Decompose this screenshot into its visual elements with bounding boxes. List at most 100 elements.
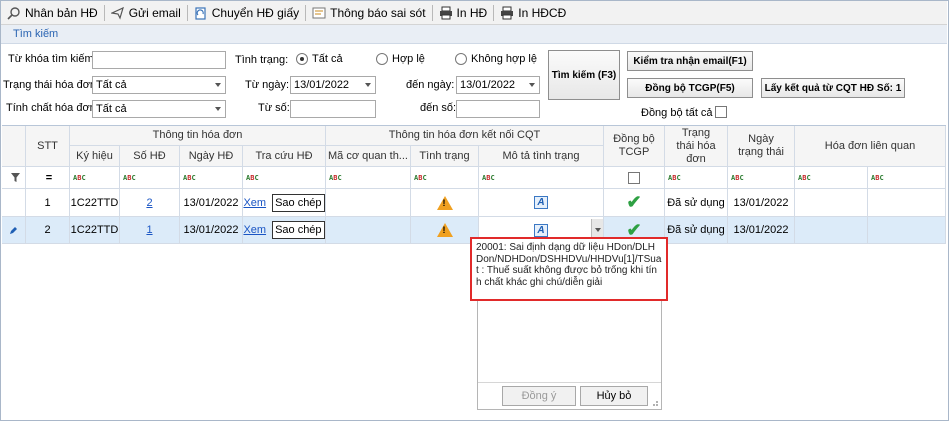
print-invoice-button[interactable]: In HĐ <box>433 2 494 24</box>
to-date-label: đến ngày: <box>406 79 455 91</box>
col-related[interactable]: Hóa đơn liên quan <box>795 126 946 167</box>
invoice-status-value: Tất cả <box>96 79 127 91</box>
filter-related-2[interactable]: ABC <box>868 167 946 189</box>
cell-stt: 1 <box>26 189 70 217</box>
radio-icon <box>376 53 388 65</box>
chevron-down-icon <box>365 83 371 87</box>
filter-invoice-state[interactable]: ABC <box>665 167 728 189</box>
cell-condition[interactable] <box>411 189 479 217</box>
radio-all-label: Tất cả <box>312 53 343 65</box>
error-notice-label: Thông báo sai sót <box>330 5 426 20</box>
invoice-status-select[interactable]: Tất cả <box>92 76 226 94</box>
cell-invoice-state: Đã sử dụng <box>665 217 728 244</box>
row-indicator[interactable] <box>2 217 26 244</box>
send-email-label: Gửi email <box>128 5 181 20</box>
cell-lookup: Xem Sao chép <box>243 217 326 244</box>
invoice-nature-label: Tính chất hóa đơn: <box>6 102 99 114</box>
radio-invalid[interactable]: Không hợp lệ <box>455 53 537 65</box>
invoice-number-link[interactable]: 1 <box>146 224 152 236</box>
filter-abc-icon: ABC <box>329 173 342 182</box>
cell-condition[interactable] <box>411 217 479 244</box>
get-cqt-result-button[interactable]: Lấy kết quả từ CQT HĐ Số: 1 <box>761 78 905 98</box>
copy-button[interactable]: Sao chép <box>272 193 325 212</box>
radio-valid[interactable]: Hợp lệ <box>376 53 425 65</box>
filter-number[interactable]: ABC <box>120 167 180 189</box>
warning-icon[interactable] <box>436 223 453 237</box>
text-editor-icon[interactable]: A <box>534 196 548 209</box>
sync-all-checkbox[interactable] <box>715 106 727 118</box>
col-symbol[interactable]: Ký hiệu <box>70 146 120 167</box>
toolbar: Nhân bản HĐ Gửi email Chuyển HĐ giấy Thô… <box>1 1 947 25</box>
col-date[interactable]: Ngày HĐ <box>180 146 243 167</box>
cell-number[interactable]: 1 <box>120 217 180 244</box>
chevron-down-icon <box>215 107 221 111</box>
cell-cqt-code <box>326 189 411 217</box>
col-invoice-state[interactable]: Trạng thái hóa đơn <box>665 126 728 167</box>
to-date-select[interactable]: 13/01/2022 <box>456 76 540 94</box>
from-number-input[interactable] <box>290 100 376 118</box>
view-invoice-link[interactable]: Xem <box>243 197 266 209</box>
filter-related-1[interactable]: ABC <box>795 167 868 189</box>
cell-related-1 <box>795 217 868 244</box>
group-cqt-info: Thông tin hóa đơn kết nối CQT <box>326 126 604 146</box>
filter-condition-desc[interactable]: ABC <box>479 167 604 189</box>
print-converted-invoice-button[interactable]: In HĐCĐ <box>494 2 572 24</box>
filter-date[interactable]: ABC <box>180 167 243 189</box>
check-email-button[interactable]: Kiểm tra nhận email(F1) <box>627 51 753 71</box>
col-cqt-code[interactable]: Mã cơ quan th... <box>326 146 411 167</box>
keyword-input[interactable] <box>92 51 226 69</box>
col-condition-desc[interactable]: Mô tả tình trạng <box>479 146 604 167</box>
print-converted-invoice-label: In HĐCĐ <box>518 5 567 20</box>
col-lookup[interactable]: Tra cứu HĐ <box>243 146 326 167</box>
filter-abc-icon: ABC <box>668 173 681 182</box>
cell-date: 13/01/2022 <box>180 189 243 217</box>
error-notice-button[interactable]: Thông báo sai sót <box>306 2 431 24</box>
convert-paper-button[interactable]: Chuyển HĐ giấy <box>188 2 305 24</box>
cell-number[interactable]: 2 <box>120 189 180 217</box>
cell-related-2 <box>868 189 946 217</box>
duplicate-invoice-button[interactable]: Nhân bản HĐ <box>1 2 104 24</box>
filter-abc-icon: ABC <box>482 173 495 182</box>
filter-abc-icon: ABC <box>73 173 86 182</box>
filter-abc-icon: ABC <box>123 173 136 182</box>
search-button[interactable]: Tìm kiếm (F3) <box>548 50 620 100</box>
view-invoice-link[interactable]: Xem <box>243 224 266 236</box>
filter-sync-tcgp[interactable] <box>604 167 665 189</box>
row-indicator[interactable] <box>2 189 26 217</box>
row-indicator-header <box>2 126 26 167</box>
to-date-value: 13/01/2022 <box>460 79 516 91</box>
filter-state-date[interactable]: ABC <box>728 167 795 189</box>
filter-condition[interactable]: ABC <box>411 167 479 189</box>
cell-condition-desc[interactable]: A <box>479 189 604 217</box>
filter-checkbox[interactable] <box>628 171 640 184</box>
sync-tcgp-button[interactable]: Đồng bộ TCGP(F5) <box>627 78 753 98</box>
filter-lookup[interactable]: ABC <box>243 167 326 189</box>
text-editor-icon[interactable]: A <box>534 223 548 237</box>
filter-symbol[interactable]: ABC <box>70 167 120 189</box>
col-number[interactable]: Số HĐ <box>120 146 180 167</box>
filter-icon[interactable] <box>2 167 26 189</box>
notice-icon <box>312 7 326 18</box>
col-sync-tcgp[interactable]: Đồng bộ TCGP <box>604 126 665 167</box>
from-date-select[interactable]: 13/01/2022 <box>290 76 376 94</box>
popup-ok-button[interactable]: Đồng ý <box>502 386 576 406</box>
to-number-input[interactable] <box>456 100 540 118</box>
col-state-date[interactable]: Ngày trạng thái <box>728 126 795 167</box>
copy-button[interactable]: Sao chép <box>272 221 325 239</box>
send-email-button[interactable]: Gửi email <box>105 2 187 24</box>
warning-icon[interactable] <box>436 195 453 210</box>
chevron-down-icon <box>595 228 601 232</box>
send-icon <box>110 6 124 20</box>
invoice-number-link[interactable]: 2 <box>146 197 152 209</box>
filter-cqt-code[interactable]: ABC <box>326 167 411 189</box>
popup-cancel-button[interactable]: Hủy bỏ <box>580 386 648 406</box>
cell-state-date: 13/01/2022 <box>728 189 795 217</box>
chevron-down-icon <box>529 83 535 87</box>
cell-date: 13/01/2022 <box>180 217 243 244</box>
invoice-nature-select[interactable]: Tất cả <box>92 100 226 118</box>
radio-all[interactable]: Tất cả <box>296 53 343 65</box>
resize-grip-icon[interactable] <box>650 398 659 407</box>
col-stt[interactable]: STT <box>26 126 70 167</box>
col-condition[interactable]: Tình trạng <box>411 146 479 167</box>
filter-stt-operator[interactable]: = <box>26 167 70 189</box>
